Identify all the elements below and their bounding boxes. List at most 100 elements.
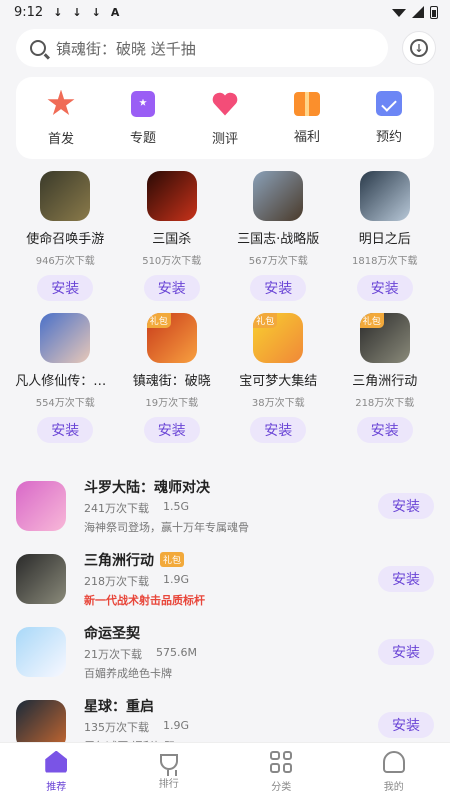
topic-icon xyxy=(131,90,155,117)
grid-game-item[interactable]: 礼包 宝可梦大集结 38万次下载 安装 xyxy=(225,313,332,443)
game-icon[interactable] xyxy=(359,171,410,221)
game-name: 三国杀 xyxy=(152,232,192,247)
install-button[interactable]: 安装 xyxy=(143,275,200,301)
game-name: 星球：重启 xyxy=(84,698,154,715)
status-time: 9:12 xyxy=(14,4,44,20)
category-label: 专题 xyxy=(129,130,156,146)
search-placeholder: 镇魂街：破晓 送千抽 xyxy=(56,39,196,58)
game-name: 三角洲行动 xyxy=(84,552,154,569)
grid-game-item[interactable]: 凡人修仙传：人… 554万次下载 安装 xyxy=(12,313,119,443)
download-notification-icon: ↓ xyxy=(91,5,101,19)
install-button[interactable]: 安装 xyxy=(378,565,434,592)
grid-game-item[interactable]: 礼包 三角洲行动 218万次下载 安装 xyxy=(332,313,439,443)
game-icon[interactable]: 礼包 xyxy=(253,313,304,363)
download-notification-icon: ↓ xyxy=(72,5,82,19)
game-name: 命运圣契 xyxy=(84,625,140,642)
game-icon[interactable]: 礼包 xyxy=(146,313,197,363)
install-button[interactable]: 安装 xyxy=(378,638,434,665)
battery-icon xyxy=(430,5,438,19)
download-notification-icon: ↓ xyxy=(53,5,63,19)
game-name: 斗罗大陆：魂师对决 xyxy=(84,479,210,496)
app-notification-icon: A xyxy=(110,5,120,19)
nav-mine[interactable]: 我的 xyxy=(364,750,424,793)
category-first-release[interactable]: 首发 xyxy=(31,89,91,147)
category-reserve[interactable]: 预约 xyxy=(359,91,419,145)
game-icon[interactable] xyxy=(253,171,304,221)
nav-ranking[interactable]: 排行 xyxy=(139,753,199,790)
search-input[interactable]: 镇魂街：破晓 送千抽 xyxy=(16,29,388,67)
grid-game-item[interactable]: 明日之后 1818万次下载 安装 xyxy=(332,171,439,301)
category-topics[interactable]: 专题 xyxy=(113,90,173,146)
grid-game-item[interactable]: 三国志·战略版 567万次下载 安装 xyxy=(225,171,332,301)
category-reviews[interactable]: 测评 xyxy=(195,90,255,147)
game-name: 三国志·战略版 xyxy=(237,232,320,247)
game-name: 凡人修仙传：人… xyxy=(15,374,116,389)
search-row: 镇魂街：破晓 送千抽 ↓ xyxy=(0,24,450,67)
install-button[interactable]: 安装 xyxy=(250,417,307,443)
install-button[interactable]: 安装 xyxy=(37,275,94,301)
game-downloads: 1818万次下载 xyxy=(352,256,418,267)
install-button[interactable]: 安装 xyxy=(356,417,413,443)
install-button[interactable]: 安装 xyxy=(378,711,434,738)
list-item[interactable]: 命运圣契 21万次下载 575.6M 百媚养成绝色卡牌 安装 xyxy=(0,615,450,688)
grid-icon xyxy=(270,750,293,773)
install-button[interactable]: 安装 xyxy=(378,492,434,519)
list-item[interactable]: 斗罗大陆：魂师对决 241万次下载 1.5G 海神祭司登场，赢十万年专属魂骨 安… xyxy=(0,469,450,542)
wifi-icon xyxy=(392,9,406,17)
game-icon[interactable] xyxy=(16,626,66,677)
game-icon[interactable] xyxy=(146,171,197,221)
game-size: 1.9G xyxy=(163,718,190,732)
nav-recommend[interactable]: 推荐 xyxy=(26,750,86,793)
category-benefits[interactable]: 福利 xyxy=(277,91,337,145)
grid-game-item[interactable]: 三国杀 510万次下载 安装 xyxy=(119,171,226,301)
game-description: 海神祭司登场，赢十万年专属魂骨 xyxy=(84,520,249,534)
game-icon[interactable] xyxy=(16,480,66,531)
game-grid: 使命召唤手游 946万次下载 安装 三国杀 510万次下载 安装 三国志·战略版… xyxy=(0,171,450,443)
game-downloads: 218万次下载 xyxy=(84,574,149,588)
category-label: 首发 xyxy=(47,131,74,147)
trophy-icon xyxy=(159,753,178,776)
game-name: 使命召唤手游 xyxy=(26,232,105,247)
list-info: 命运圣契 21万次下载 575.6M 百媚养成绝色卡牌 xyxy=(84,623,378,681)
calendar-icon xyxy=(376,91,402,116)
game-icon[interactable] xyxy=(40,171,91,221)
home-icon xyxy=(45,750,68,773)
game-downloads: 510万次下载 xyxy=(142,256,202,267)
list-info: 三角洲行动 礼包 218万次下载 1.9G 新一代战术射击品质标杆 xyxy=(84,550,378,608)
game-name: 宝可梦大集结 xyxy=(239,374,318,389)
game-description: 百媚养成绝色卡牌 xyxy=(84,666,172,680)
download-manager-button[interactable]: ↓ xyxy=(402,31,436,65)
install-button[interactable]: 安装 xyxy=(356,275,413,301)
user-icon xyxy=(382,750,405,773)
category-label: 福利 xyxy=(293,129,320,145)
install-button[interactable]: 安装 xyxy=(143,417,200,443)
game-list: 斗罗大陆：魂师对决 241万次下载 1.5G 海神祭司登场，赢十万年专属魂骨 安… xyxy=(0,469,450,761)
list-title-row: 星球：重启 xyxy=(84,696,378,716)
game-icon[interactable] xyxy=(40,313,91,363)
signal-icon xyxy=(412,6,424,18)
list-info: 斗罗大陆：魂师对决 241万次下载 1.5G 海神祭司登场，赢十万年专属魂骨 xyxy=(84,477,378,535)
search-icon xyxy=(30,40,46,56)
install-button[interactable]: 安装 xyxy=(37,417,94,443)
gift-icon xyxy=(294,91,320,116)
gift-badge: 礼包 xyxy=(146,313,171,328)
nav-categories[interactable]: 分类 xyxy=(251,750,311,793)
game-name: 镇魂街：破晓 xyxy=(132,374,211,389)
status-left: 9:12 ↓ ↓ ↓ A xyxy=(14,5,119,20)
game-description: 新一代战术射击品质标杆 xyxy=(84,593,205,607)
install-button[interactable]: 安装 xyxy=(250,275,307,301)
gift-badge: 礼包 xyxy=(359,313,384,328)
game-name: 三角洲行动 xyxy=(352,374,418,389)
game-downloads: 38万次下载 xyxy=(251,398,305,409)
game-downloads: 135万次下载 xyxy=(84,720,149,734)
grid-game-item[interactable]: 礼包 镇魂街：破晓 19万次下载 安装 xyxy=(119,313,226,443)
category-label: 测评 xyxy=(211,131,238,147)
grid-game-item[interactable]: 使命召唤手游 946万次下载 安装 xyxy=(12,171,119,301)
game-downloads: 218万次下载 xyxy=(355,398,415,409)
game-size: 575.6M xyxy=(156,645,197,659)
game-name: 明日之后 xyxy=(358,232,411,247)
list-meta: 135万次下载 1.9G xyxy=(84,719,378,735)
game-icon[interactable]: 礼包 xyxy=(359,313,410,363)
game-icon[interactable] xyxy=(16,553,66,604)
list-item[interactable]: 三角洲行动 礼包 218万次下载 1.9G 新一代战术射击品质标杆 安装 xyxy=(0,542,450,615)
